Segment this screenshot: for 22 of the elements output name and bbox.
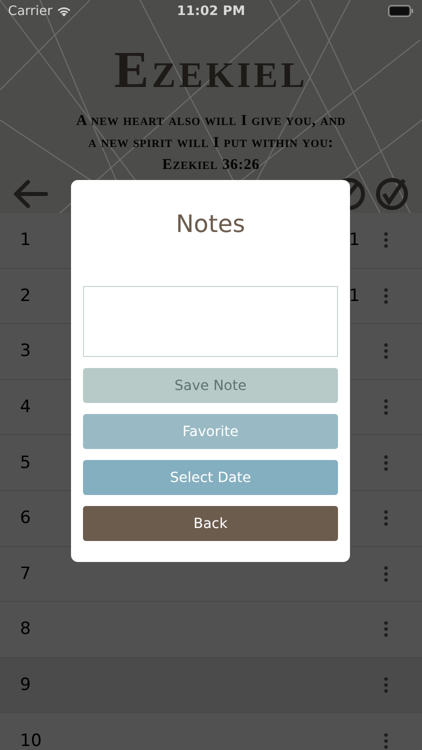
- dialog-button[interactable]: Select Date: [83, 460, 338, 495]
- chapter-number: 5: [20, 452, 32, 473]
- chapter-number: 8: [20, 619, 32, 640]
- carrier-label: Carrier: [8, 4, 52, 18]
- verse-text: A new heart also will I give you, and: [76, 112, 346, 131]
- verse-text: a new spirit will I put within you:: [88, 134, 334, 153]
- chapter-number: 7: [20, 564, 32, 584]
- clock-time: 11:02 PM: [176, 4, 246, 18]
- chapter-number: 6: [20, 508, 32, 528]
- chapter-number: 4: [20, 397, 32, 418]
- dialog-button[interactable]: Back: [83, 506, 338, 541]
- chapter-number: 3: [20, 341, 32, 362]
- count-text: 1: [349, 286, 360, 306]
- chapter-number: 1: [20, 230, 32, 250]
- verse-reference: Ezekiel 36:26: [162, 156, 260, 175]
- dialog-button[interactable]: Favorite: [83, 414, 338, 449]
- count-text: 1: [349, 230, 360, 250]
- chapter-number: 10: [20, 730, 43, 750]
- chapter-number: 9: [20, 675, 32, 696]
- book-title: Ezekiel: [114, 44, 308, 98]
- chapter-number: 2: [20, 286, 32, 306]
- dialog-title: Notes: [176, 210, 246, 238]
